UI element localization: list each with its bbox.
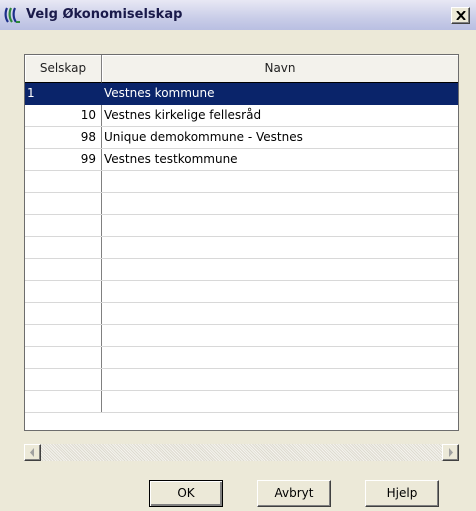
horizontal-scrollbar[interactable] [24,444,459,461]
cell-selskap: 1 [25,83,102,104]
cell-selskap: 98 [25,127,102,148]
cell-navn [102,303,458,324]
cell-selskap [25,281,102,302]
cell-navn [102,215,458,236]
scroll-left-button[interactable] [24,444,41,461]
cell-navn [102,237,458,258]
close-button[interactable] [451,7,470,24]
column-header-selskap[interactable]: Selskap [25,55,102,83]
arrow-left-icon [30,448,34,457]
table-row[interactable] [25,391,458,413]
close-icon [456,11,466,20]
cell-navn: Unique demokommune - Vestnes [104,130,303,144]
title-bar[interactable]: Velg Økonomiselskap [0,0,476,30]
cell-selskap [25,303,102,324]
table-row[interactable] [25,325,458,347]
table-row[interactable] [25,215,458,237]
table-row[interactable]: 10 Vestnes kirkelige fellesråd [25,105,458,127]
table-row[interactable] [25,347,458,369]
table-row[interactable] [25,171,458,193]
cell-selskap [25,171,102,192]
table-row[interactable] [25,281,458,303]
cell-navn [102,391,458,412]
cell-selskap [25,369,102,390]
table-row[interactable]: 98 Unique demokommune - Vestnes [25,127,458,149]
table-row[interactable]: 99 Vestnes testkommune [25,149,458,171]
cell-navn: Vestnes testkommune [104,152,238,166]
cell-navn [102,281,458,302]
cell-selskap [25,215,102,236]
table-row[interactable]: 1 Vestnes kommune [25,83,458,105]
cell-navn: Vestnes kirkelige fellesråd [104,108,262,122]
ok-button[interactable]: OK [149,480,223,507]
cell-selskap [25,391,102,412]
table-row[interactable] [25,369,458,391]
cell-selskap: 99 [25,149,102,170]
company-table[interactable]: Selskap Navn 1 Vestnes kommune 10 Vestnes k… [24,54,459,431]
app-logo-icon [4,7,20,23]
cell-navn [102,325,458,346]
scroll-right-button[interactable] [442,444,459,461]
cell-navn [102,369,458,390]
window-title: Velg Økonomiselskap [26,7,183,22]
cell-navn [102,171,458,192]
table-row[interactable] [25,259,458,281]
cell-selskap: 10 [25,105,102,126]
cell-navn [102,259,458,280]
cell-navn [102,347,458,368]
table-row[interactable] [25,303,458,325]
cell-selskap [25,259,102,280]
table-row[interactable] [25,237,458,259]
column-header-navn[interactable]: Navn [102,55,458,83]
cell-navn: Vestnes kommune [104,86,215,100]
help-button[interactable]: Hjelp [365,480,439,507]
cell-selskap [25,325,102,346]
table-row[interactable] [25,193,458,215]
table-body: 1 Vestnes kommune 10 Vestnes kirkelige fell… [25,83,458,413]
cell-navn [102,193,458,214]
cancel-button[interactable]: Avbryt [257,480,331,507]
arrow-right-icon [449,448,453,457]
cell-selskap [25,193,102,214]
cell-selskap [25,347,102,368]
cell-selskap [25,237,102,258]
